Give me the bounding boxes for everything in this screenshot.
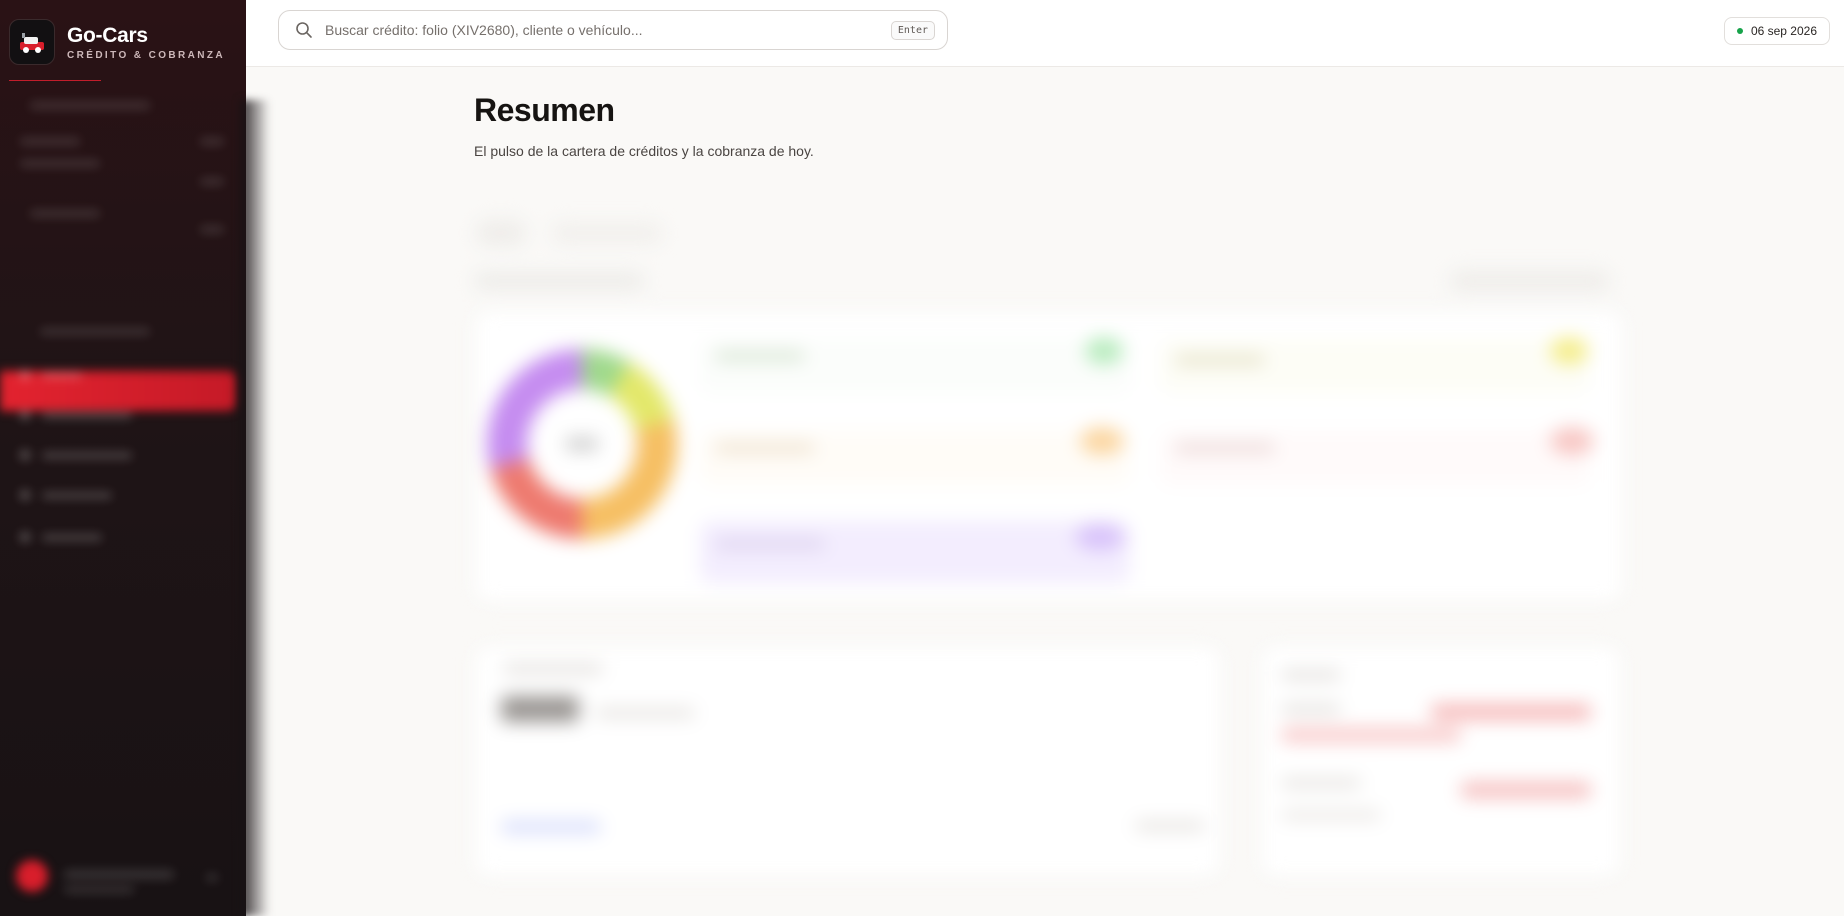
status-dot-icon xyxy=(1736,28,1743,34)
page-subtitle: El pulso de la cartera de créditos y la … xyxy=(474,143,814,159)
topbar: Enter 06 sep 2026 xyxy=(246,0,1844,67)
page-title: Resumen xyxy=(474,92,615,128)
brand-subtitle: CRÉDITO & COBRANZA xyxy=(67,49,226,61)
sidebar-nav-blurred xyxy=(0,100,246,916)
search-icon xyxy=(295,21,313,39)
search-bar[interactable]: Enter xyxy=(278,10,948,50)
date-badge: 06 sep 2026 xyxy=(1723,17,1830,45)
current-date: 06 sep 2026 xyxy=(1750,24,1817,38)
brand-name: Go-Cars xyxy=(67,23,148,47)
search-input[interactable] xyxy=(323,11,891,49)
avatar[interactable] xyxy=(16,860,48,892)
brand[interactable]: Go-Cars CRÉDITO & COBRANZA xyxy=(9,19,225,65)
go-cars-logo-icon xyxy=(9,19,55,65)
brand-divider xyxy=(9,80,101,81)
dashboard-content-blurred xyxy=(470,205,1630,905)
enter-shortcut-badge: Enter xyxy=(890,20,935,40)
sidebar: Go-Cars CRÉDITO & COBRANZA xyxy=(0,0,246,916)
sidebar-shadow xyxy=(240,100,270,916)
